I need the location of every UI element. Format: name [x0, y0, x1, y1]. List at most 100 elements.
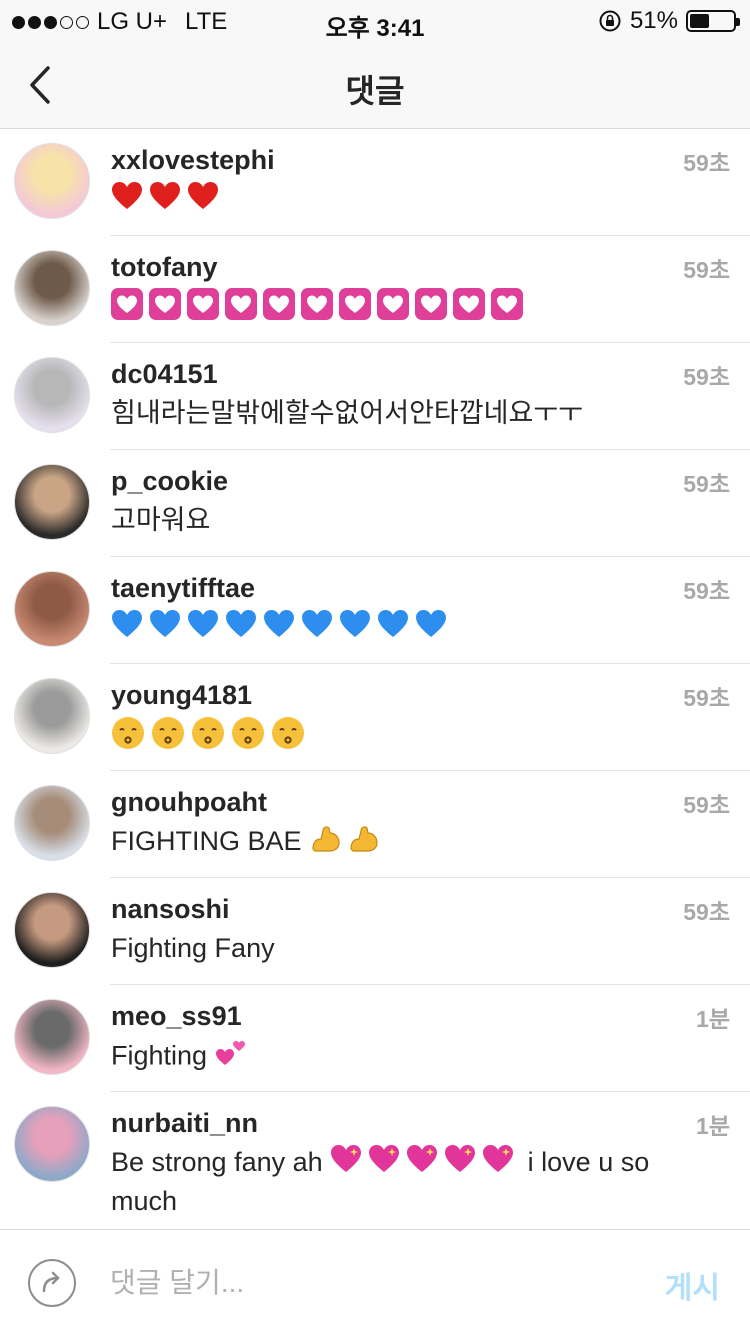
comment-text: Fighting Fany: [111, 930, 680, 966]
comment-text: [111, 716, 680, 759]
status-right: 51%: [598, 7, 740, 35]
sparkling-heart-icon: [368, 1144, 400, 1183]
comment-input[interactable]: [110, 1260, 610, 1306]
comment-body: Fighting: [111, 1040, 208, 1071]
comment-time: 59초: [683, 471, 730, 497]
comment-row: gnouhpoaht 59초 FIGHTING BAE: [0, 771, 750, 878]
avatar[interactable]: [14, 464, 90, 540]
flexed-biceps-icon: [347, 823, 379, 862]
heart-decoration-icon: [301, 288, 333, 329]
comment-time: 59초: [683, 899, 730, 925]
blue-heart-icon: [301, 609, 333, 648]
blue-heart-icon: [339, 609, 371, 648]
comment-row: nansoshi 59초 Fighting Fany: [0, 878, 750, 985]
comment-row: meo_ss91 1분 Fighting: [0, 985, 750, 1092]
avatar[interactable]: [14, 678, 90, 754]
blue-heart-icon: [263, 609, 295, 648]
sparkling-heart-icon: [406, 1144, 438, 1183]
comment-username[interactable]: nurbaiti_nn: [111, 1108, 258, 1139]
post-button[interactable]: 게시: [665, 1263, 720, 1307]
comment-row: dc04151 59초힘내라는말밖에할수없어서안타깝네요ㅜㅜ: [0, 343, 750, 450]
sparkling-heart-icon: [330, 1144, 362, 1183]
share-button[interactable]: [28, 1259, 76, 1307]
comment-username[interactable]: meo_ss91: [111, 1001, 242, 1032]
comment-text: [111, 181, 680, 220]
comment-list: xxlovestephi 59초 totofany 59초 dc04151 59초 힘내라는…: [0, 129, 750, 1232]
kissing-face-icon: [271, 716, 305, 759]
comment-username[interactable]: gnouhpoaht: [111, 787, 267, 818]
blue-heart-icon: [415, 609, 447, 648]
avatar[interactable]: [14, 357, 90, 433]
comment-row: totofany 59초: [0, 236, 750, 343]
comment-time: 59초: [683, 257, 730, 283]
avatar[interactable]: [14, 892, 90, 968]
comment-time: 59초: [683, 150, 730, 176]
avatar[interactable]: [14, 1106, 90, 1182]
heart-decoration-icon: [491, 288, 523, 329]
comment-body: 고마워요: [111, 505, 211, 535]
comment-username[interactable]: xxlovestephi: [111, 145, 275, 176]
heart-decoration-icon: [225, 288, 257, 329]
comment-text: Fighting: [111, 1037, 680, 1078]
heart-decoration-icon: [149, 288, 181, 329]
heart-decoration-icon: [377, 288, 409, 329]
comment-username[interactable]: p_cookie: [111, 466, 228, 497]
comment-text: [111, 288, 680, 329]
comment-username[interactable]: nansoshi: [111, 894, 230, 925]
comment-row: p_cookie 59초고마워요: [0, 450, 750, 557]
red-heart-icon: [111, 181, 143, 220]
rotation-lock-icon: [599, 10, 621, 32]
blue-heart-icon: [187, 609, 219, 648]
comment-time: 59초: [683, 685, 730, 711]
comment-username[interactable]: dc04151: [111, 359, 218, 390]
blue-heart-icon: [149, 609, 181, 648]
status-bar: LG U+ LTE 오후 3:41 51%: [0, 0, 750, 42]
heart-decoration-icon: [263, 288, 295, 329]
comment-row: young4181 59초: [0, 664, 750, 771]
kissing-face-icon: [111, 716, 145, 759]
comment-row: taenytifftae 59초: [0, 557, 750, 664]
comment-body: Be strong fany ah: [111, 1147, 323, 1177]
comment-text: [111, 609, 680, 648]
two-hearts-icon: [215, 1037, 247, 1078]
red-heart-icon: [187, 181, 219, 220]
heart-decoration-icon: [111, 288, 143, 329]
avatar[interactable]: [14, 785, 90, 861]
comment-text: 힘내라는말밖에할수없어서안타깝네요ㅜㅜ: [111, 395, 680, 431]
red-heart-icon: [149, 181, 181, 220]
blue-heart-icon: [377, 609, 409, 648]
avatar[interactable]: [14, 999, 90, 1075]
battery-percent: 51%: [629, 7, 678, 34]
kissing-face-icon: [151, 716, 185, 759]
nav-header: 댓글: [0, 40, 750, 129]
heart-decoration-icon: [453, 288, 485, 329]
comment-body: FIGHTING BAE: [111, 826, 302, 856]
comment-composer: 게시: [0, 1229, 750, 1334]
kissing-face-icon: [231, 716, 265, 759]
comment-username[interactable]: totofany: [111, 252, 217, 283]
avatar[interactable]: [14, 143, 90, 219]
comment-body: Fighting Fany: [111, 933, 275, 963]
sparkling-heart-icon: [444, 1144, 476, 1183]
blue-heart-icon: [225, 609, 257, 648]
avatar[interactable]: [14, 571, 90, 647]
share-arrow-icon: [42, 1271, 60, 1293]
comment-username[interactable]: young4181: [111, 680, 252, 711]
comment-text: FIGHTING BAE: [111, 823, 680, 862]
heart-decoration-icon: [415, 288, 447, 329]
comment-time: 59초: [683, 364, 730, 390]
flexed-biceps-icon: [309, 823, 341, 862]
kissing-face-icon: [191, 716, 225, 759]
comment-username[interactable]: taenytifftae: [111, 573, 255, 604]
comment-body: 힘내라는말밖에할수없어서안타깝네요ㅜㅜ: [111, 398, 583, 428]
comment-time: 1분: [696, 1113, 730, 1139]
comment-text: 고마워요: [111, 502, 680, 538]
avatar[interactable]: [14, 250, 90, 326]
comment-row: nurbaiti_nn 1분 Be strong fany ah i love u …: [0, 1092, 750, 1232]
comment-row: xxlovestephi 59초: [0, 129, 750, 236]
heart-decoration-icon: [187, 288, 219, 329]
comment-time: 59초: [683, 792, 730, 818]
battery-nub: [736, 18, 740, 26]
